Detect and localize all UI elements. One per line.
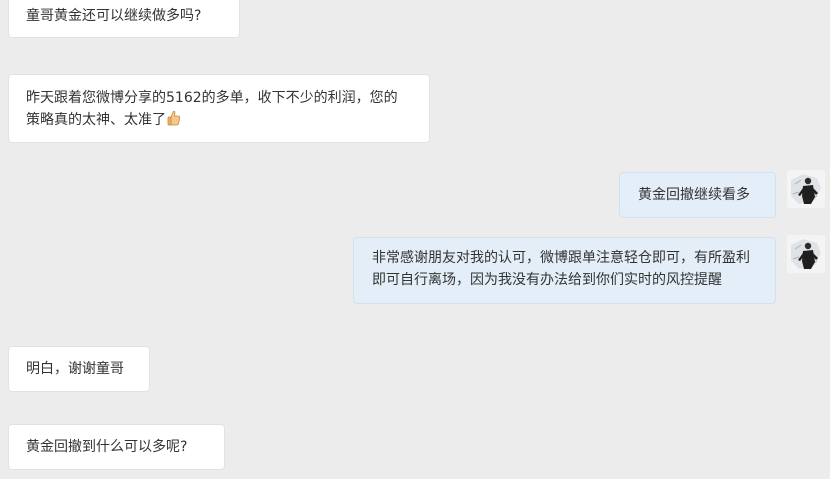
message-text: 非常感谢朋友对我的认可，微博跟单注意轻仓即可，有所盈利即可自行离场，因为我没有办… <box>372 250 750 288</box>
message-bubble-incoming: 童哥黄金还可以继续做多吗? <box>8 0 240 38</box>
thumbs-up-icon <box>167 110 181 126</box>
avatar[interactable] <box>787 170 825 208</box>
user-avatar-icon <box>787 235 825 273</box>
message-bubble-outgoing: 非常感谢朋友对我的认可，微博跟单注意轻仓即可，有所盈利即可自行离场，因为我没有办… <box>353 237 776 304</box>
chat-conversation: 童哥黄金还可以继续做多吗? 昨天跟着您微博分享的5162的多单，收下不少的利润，… <box>0 0 830 479</box>
message-text: 昨天跟着您微博分享的5162的多单，收下不少的利润，您的策略真的太神、太准了 <box>26 90 398 128</box>
message-bubble-incoming: 明白，谢谢童哥 <box>8 346 150 392</box>
message-text: 黄金回撤到什么可以多呢? <box>26 439 188 455</box>
message-bubble-incoming: 黄金回撤到什么可以多呢? <box>8 424 225 470</box>
message-bubble-outgoing: 黄金回撤继续看多 <box>619 172 776 218</box>
avatar[interactable] <box>787 235 825 273</box>
message-text: 童哥黄金还可以继续做多吗? <box>26 8 202 24</box>
message-text: 明白，谢谢童哥 <box>26 361 124 377</box>
user-avatar-icon <box>787 170 825 208</box>
message-bubble-incoming: 昨天跟着您微博分享的5162的多单，收下不少的利润，您的策略真的太神、太准了 <box>8 74 430 143</box>
message-text: 黄金回撤继续看多 <box>638 187 750 203</box>
